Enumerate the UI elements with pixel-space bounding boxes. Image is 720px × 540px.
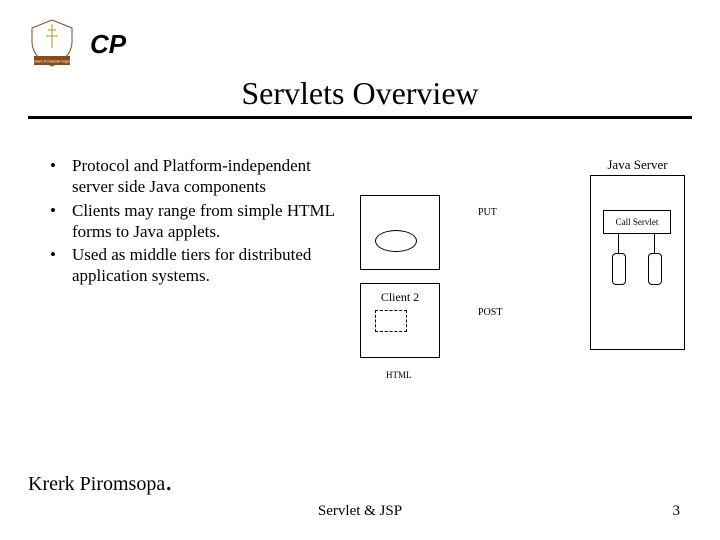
list-item: • Used as middle tiers for distributed a… xyxy=(50,244,350,287)
thread-box-icon xyxy=(648,253,662,285)
dashed-rect-icon xyxy=(375,310,407,332)
client2-label: Client 2 xyxy=(361,290,439,305)
ellipse-icon xyxy=(375,230,417,252)
author-text: Krerk Piromsopa xyxy=(28,473,165,495)
svg-text:Department of Computer Enginee: Department of Computer Engineering xyxy=(28,60,76,64)
servlet-box: Call Servlet xyxy=(603,210,671,234)
bullet-text: Protocol and Platform-independent server… xyxy=(72,155,350,198)
header-logos: Department of Computer Engineering CP xyxy=(28,18,132,70)
title-underline xyxy=(28,116,692,119)
post-label: POST xyxy=(478,307,502,318)
cp-logo-icon: CP xyxy=(84,24,132,64)
bullet-list: • Protocol and Platform-independent serv… xyxy=(50,155,350,289)
put-label: PUT xyxy=(478,207,497,218)
client1-box xyxy=(360,195,440,270)
server-label: Java Server xyxy=(590,157,685,173)
bullet-dot-icon: • xyxy=(50,155,72,198)
page-number: 3 xyxy=(673,503,681,520)
thread-box-icon xyxy=(612,253,626,285)
slide-title: Servlets Overview xyxy=(0,75,720,112)
client2-box: Client 2 xyxy=(360,283,440,358)
footer-title: Servlet & JSP xyxy=(0,503,720,520)
list-item: • Clients may range from simple HTML for… xyxy=(50,200,350,243)
list-item: • Protocol and Platform-independent serv… xyxy=(50,155,350,198)
author-period: . xyxy=(165,466,172,497)
bullet-text: Used as middle tiers for distributed app… xyxy=(72,244,350,287)
architecture-diagram: Client 2 HTML Java Server Call Servlet P… xyxy=(360,175,690,395)
author-name: Krerk Piromsopa. xyxy=(28,466,172,498)
connector-line xyxy=(618,234,619,253)
server-box xyxy=(590,175,685,350)
connector-line xyxy=(654,234,655,253)
bullet-dot-icon: • xyxy=(50,244,72,287)
dept-logo-icon: Department of Computer Engineering xyxy=(28,18,76,70)
html-label: HTML xyxy=(386,370,412,380)
bullet-text: Clients may range from simple HTML forms… xyxy=(72,200,350,243)
cp-logo-text: CP xyxy=(90,29,126,60)
bullet-dot-icon: • xyxy=(50,200,72,243)
